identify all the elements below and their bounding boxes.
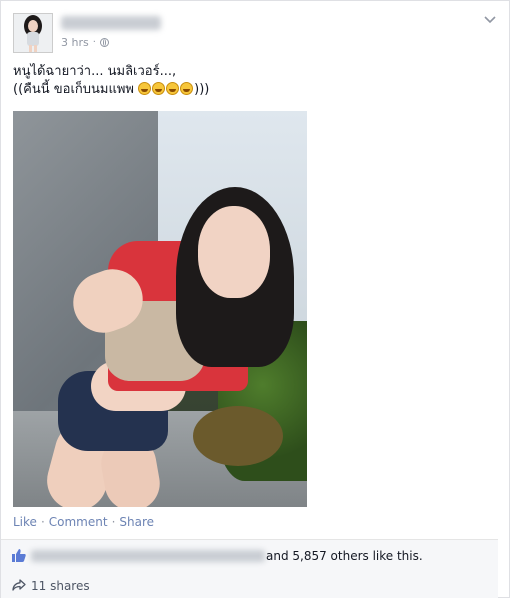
likers-names-redacted[interactable] [31,550,265,562]
post-header: 3 hrs · [13,13,497,53]
post-text-line-2: ((คืนนี้ ขอเก็บนมแพพ ))) [13,81,497,99]
post-text-line-2-prefix: ((คืนนี้ ขอเก็บนมแพพ [13,82,139,97]
post-text: หนูได้ฉายาว่า... นมลิเวอร์..., ((คืนนี้ … [13,63,497,99]
post-photo[interactable] [13,111,307,507]
likes-summary: and 5,857 others like this. [1,539,498,573]
post-card: 3 hrs · หนูได้ฉายาว่า... นมลิเวอร์..., (… [0,0,510,598]
shares-summary: 11 shares [1,572,498,598]
share-arrow-icon [12,579,26,591]
post-meta: 3 hrs · [61,36,109,49]
post-text-line-2-suffix: ))) [194,82,210,97]
post-time[interactable]: 3 hrs [61,36,89,49]
shares-count-text[interactable]: 11 shares [31,579,90,593]
action-separator: · [111,515,116,529]
post-text-line-1: หนูได้ฉายาว่า... นมลิเวอร์..., [13,64,177,79]
photo-face [198,206,270,298]
grinning-face-emoji [152,82,166,95]
meta-separator: · [92,37,96,48]
grinning-face-emoji [138,82,152,95]
like-link[interactable]: Like [13,515,37,529]
thumbs-up-icon [12,549,26,562]
author-name-redacted[interactable] [61,16,161,30]
post-actions: Like · Comment · Share [13,515,154,529]
grinning-face-emoji [180,82,194,95]
grinning-face-emoji [166,82,180,95]
likes-count-text[interactable]: and 5,857 others like this. [266,549,423,563]
share-link[interactable]: Share [119,515,154,529]
action-separator: · [40,515,45,529]
photo-pot [193,406,283,466]
comment-link[interactable]: Comment [49,515,108,529]
chevron-down-icon[interactable] [483,13,497,27]
avatar-photo [14,14,52,52]
globe-icon[interactable] [99,38,109,47]
author-avatar[interactable] [13,13,53,53]
